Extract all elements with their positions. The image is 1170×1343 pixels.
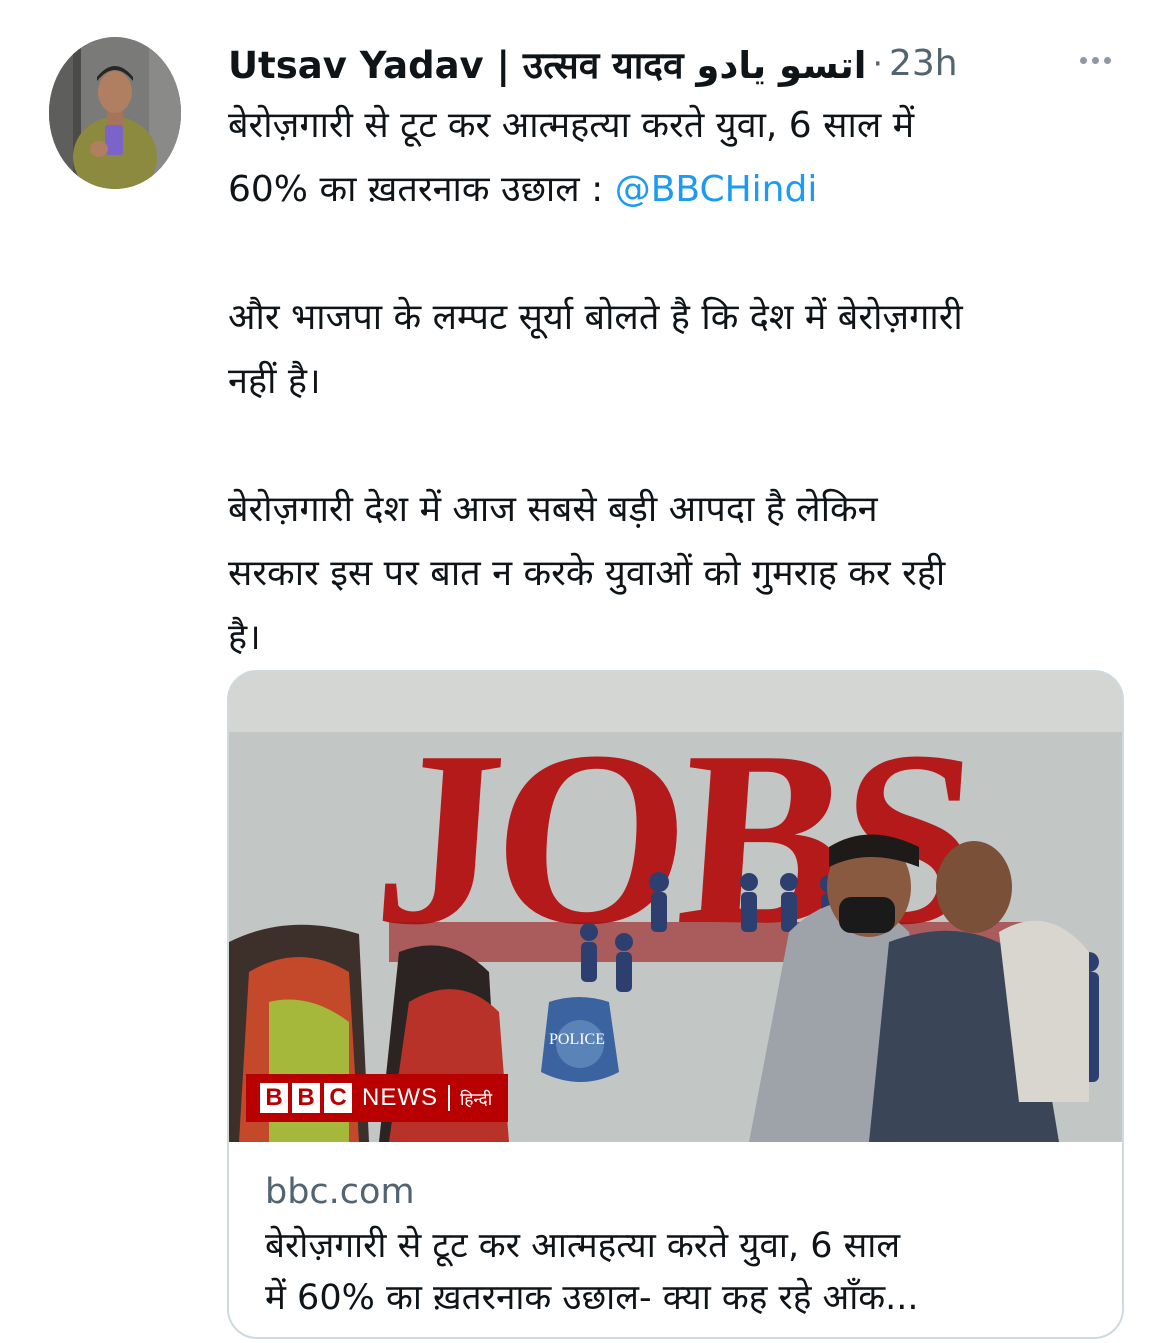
- tweet-text-line: है।: [228, 617, 261, 658]
- tweet-header: Utsav Yadav | उत्सव यादव اتسو یادو · 23h: [228, 38, 1128, 88]
- tweet-text-line: बेरोज़गारी से टूट कर आत्महत्या करते युवा…: [228, 105, 915, 146]
- more-horizontal-icon[interactable]: [1071, 40, 1119, 80]
- bbc-language-label: हिन्दी: [460, 1089, 493, 1110]
- bbc-logo-blocks: B B C: [260, 1083, 352, 1113]
- card-title: बेरोज़गारी से टूट कर आत्महत्या करते युवा…: [265, 1220, 1105, 1324]
- logo-divider: [448, 1085, 450, 1111]
- tweet-timestamp[interactable]: 23h: [889, 43, 958, 84]
- card-domain: bbc.com: [265, 1172, 415, 1212]
- jobs-fair-photo: JOBS POLICE: [229, 672, 1122, 1142]
- tweet-text-line: बेरोज़गारी देश में आज सबसे बड़ी आपदा है …: [228, 489, 878, 530]
- mention-link[interactable]: @BBCHindi: [615, 169, 818, 210]
- card-meta: bbc.com बेरोज़गारी से टूट कर आत्महत्या क…: [265, 1168, 1105, 1324]
- tweet-text-line: और भाजपा के लम्पट सूर्या बोलते है कि देश…: [228, 297, 963, 338]
- author-name[interactable]: Utsav Yadav | उत्सव यादव اتسو یادو: [228, 38, 866, 89]
- author-avatar[interactable]: [49, 37, 181, 189]
- bbc-letter: B: [260, 1083, 288, 1113]
- tweet-text-line: सरकार इस पर बात न करके युवाओं को गुमराह …: [228, 553, 946, 594]
- link-preview-card[interactable]: JOBS POLICE B B C NEWS हिन्दी bbc.com बे…: [227, 670, 1124, 1339]
- tweet-text-segment: 60% का ख़तरनाक उछाल :: [228, 169, 615, 210]
- card-image[interactable]: JOBS POLICE B B C NEWS हिन्दी: [229, 672, 1122, 1142]
- bbc-news-label: NEWS: [362, 1084, 438, 1111]
- bbc-letter: C: [324, 1083, 352, 1113]
- avatar-photo: [49, 37, 181, 189]
- tweet-body: बेरोज़गारी से टूट कर आत्महत्या करते युवा…: [228, 94, 1128, 670]
- header-separator: ·: [872, 43, 883, 83]
- tweet-text-line: नहीं है।: [228, 361, 321, 402]
- bbc-news-hindi-logo: B B C NEWS हिन्दी: [246, 1074, 509, 1122]
- card-title-line: में 60% का ख़तरनाक उछाल- क्या कह रहे आँक…: [265, 1278, 919, 1318]
- bbc-letter: B: [292, 1083, 320, 1113]
- tweet-text-line: 60% का ख़तरनाक उछाल : @BBCHindi: [228, 158, 1128, 222]
- card-title-line: बेरोज़गारी से टूट कर आत्महत्या करते युवा…: [265, 1226, 901, 1266]
- police-badge-text: POLICE: [549, 1031, 605, 1048]
